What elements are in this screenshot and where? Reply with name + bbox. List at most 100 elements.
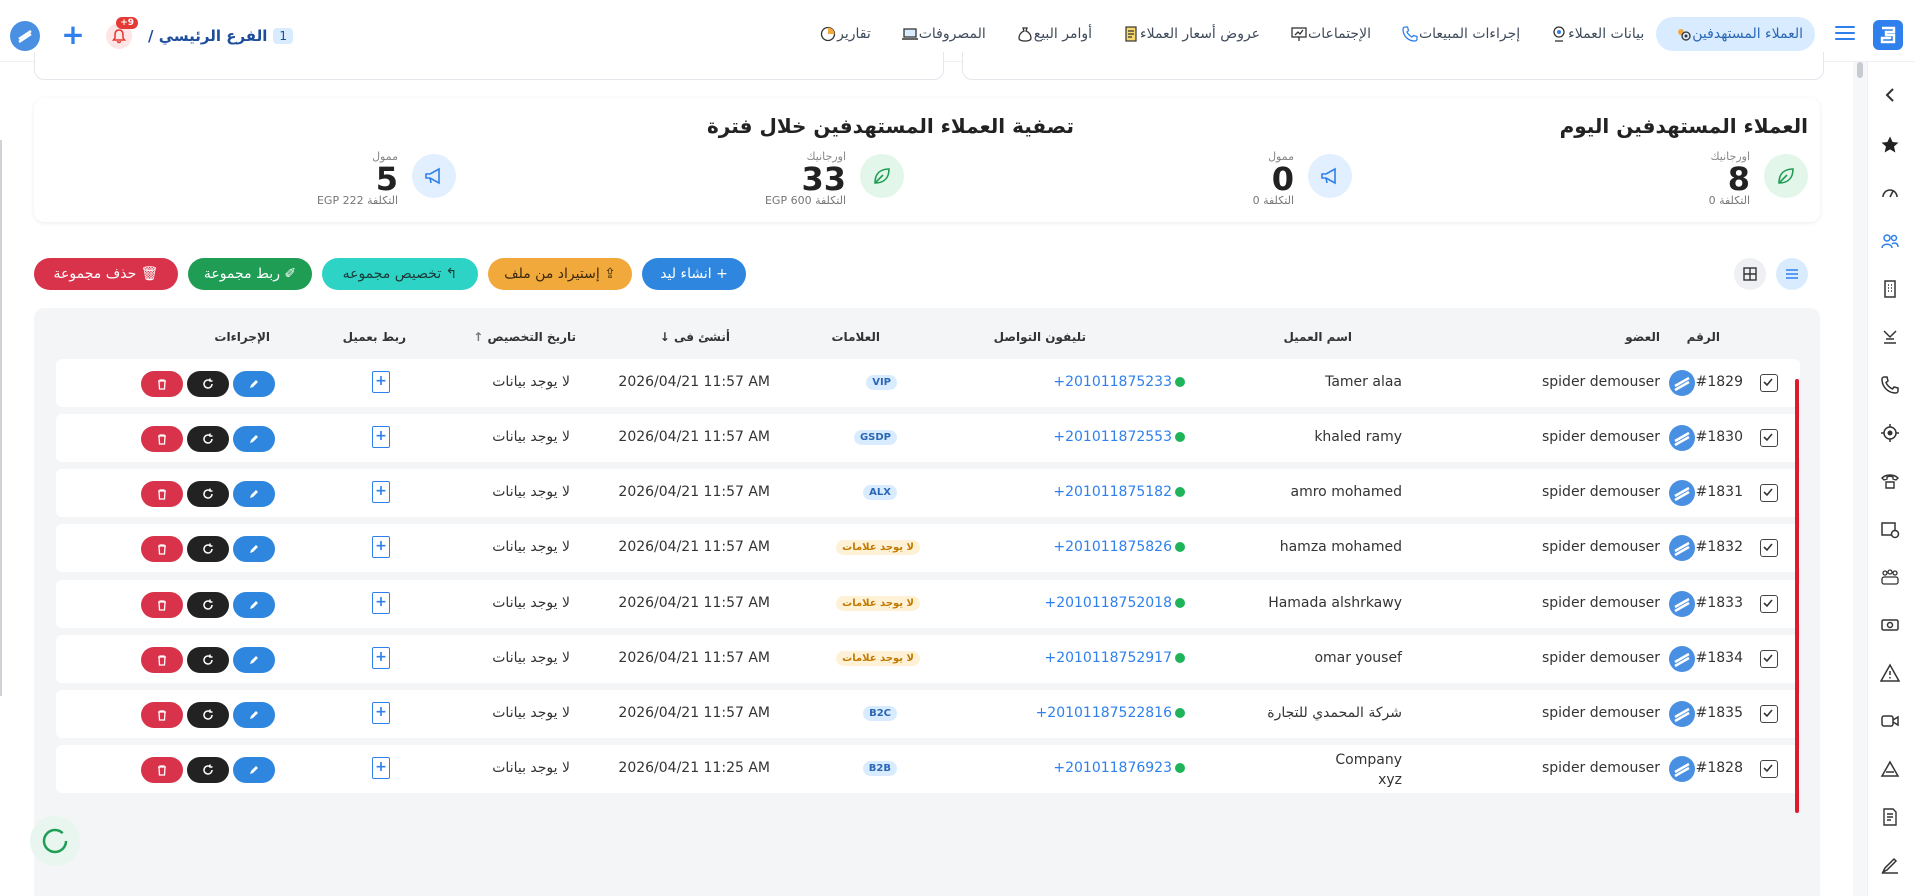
list-view-button[interactable]: [1776, 258, 1808, 290]
invoice-icon[interactable]: [1879, 806, 1901, 828]
row-checkbox[interactable]: [1760, 539, 1778, 557]
whatsapp-icon[interactable]: [1175, 377, 1185, 387]
row-checkbox[interactable]: [1760, 374, 1778, 392]
nav-item-1[interactable]: بيانات العملاء: [1532, 17, 1656, 51]
phone-cell[interactable]: +2010118752917: [1044, 650, 1185, 666]
table-row[interactable]: #1834 spider demouser omar yousef +20101187…: [56, 635, 1800, 683]
cash-icon[interactable]: [1879, 614, 1901, 636]
nav-item-7[interactable]: تقارير: [801, 17, 883, 51]
row-checkbox[interactable]: [1760, 429, 1778, 447]
header-assign-date[interactable]: تاريخ التخصيص ↑: [473, 330, 576, 344]
building-icon[interactable]: [1879, 278, 1901, 300]
nav-item-2[interactable]: إجراءات المبيعات: [1383, 17, 1532, 51]
add-new-button[interactable]: +: [60, 21, 86, 49]
nav-item-0[interactable]: العملاء المستهدفين: [1656, 17, 1815, 51]
client-name[interactable]: Company xyz: [1332, 750, 1402, 790]
client-name[interactable]: omar yousef: [1314, 650, 1402, 666]
notifications-button[interactable]: +9: [106, 17, 138, 49]
app-logo[interactable]: [1873, 20, 1903, 50]
whatsapp-icon[interactable]: [1175, 708, 1185, 718]
import-file-button[interactable]: ⇪ إستيراد من ملف: [488, 258, 632, 290]
phone-cell[interactable]: +2010118752018: [1044, 595, 1185, 611]
link-client-icon[interactable]: +: [372, 536, 390, 558]
nav-item-4[interactable]: عروض أسعار العملاء: [1104, 17, 1272, 51]
grid-view-button[interactable]: [1734, 258, 1766, 290]
whatsapp-icon[interactable]: [1175, 542, 1185, 552]
table-row[interactable]: #1828 spider demouser Company xyz +20101187…: [56, 745, 1800, 793]
scrollbar-track[interactable]: [1853, 62, 1867, 896]
client-name[interactable]: Tamer alaa: [1325, 374, 1402, 390]
link-client-icon[interactable]: +: [372, 647, 390, 669]
edit-button[interactable]: [233, 592, 275, 618]
create-lead-button[interactable]: + انشاء ليد: [642, 258, 746, 290]
whatsapp-icon[interactable]: [1175, 432, 1185, 442]
header-client-name[interactable]: اسم العميل: [1283, 330, 1352, 344]
edit-button[interactable]: [233, 702, 275, 728]
edit-button[interactable]: [233, 536, 275, 562]
phone-cell[interactable]: +20101187522816: [1036, 705, 1185, 721]
phone-cell[interactable]: +201011875182: [1053, 484, 1185, 500]
row-checkbox[interactable]: [1760, 705, 1778, 723]
link-client-icon[interactable]: +: [372, 702, 390, 724]
row-checkbox[interactable]: [1760, 595, 1778, 613]
row-checkbox[interactable]: [1760, 484, 1778, 502]
edit-button[interactable]: [233, 426, 275, 452]
reassign-button[interactable]: [187, 481, 229, 507]
reassign-button[interactable]: [187, 702, 229, 728]
table-row[interactable]: #1829 spider demouser Tamer alaa +201011875…: [56, 359, 1800, 407]
reassign-button[interactable]: [187, 757, 229, 783]
edit-button[interactable]: [233, 647, 275, 673]
schedule-icon[interactable]: [1879, 518, 1901, 540]
reassign-button[interactable]: [187, 426, 229, 452]
video-icon[interactable]: [1879, 710, 1901, 732]
whatsapp-icon[interactable]: [1175, 487, 1185, 497]
header-number[interactable]: الرقم: [1687, 330, 1720, 344]
phone-cell[interactable]: +201011872553: [1053, 429, 1185, 445]
delete-button[interactable]: [141, 536, 183, 562]
whatsapp-icon[interactable]: [1175, 763, 1185, 773]
delete-button[interactable]: [141, 757, 183, 783]
client-name[interactable]: hamza mohamed: [1280, 539, 1402, 555]
delete-group-button[interactable]: 🗑 حذف مجموعة: [34, 258, 178, 290]
edit-button[interactable]: [233, 757, 275, 783]
edit-button[interactable]: [233, 481, 275, 507]
star-icon[interactable]: [1879, 134, 1901, 156]
table-row[interactable]: #1833 spider demouser Hamada alshrkawy +201…: [56, 580, 1800, 628]
phone-cell[interactable]: +201011876923: [1053, 760, 1185, 776]
link-client-icon[interactable]: +: [372, 426, 390, 448]
header-created-at[interactable]: أنشئ فى ↓: [660, 330, 730, 344]
warning-icon[interactable]: [1879, 662, 1901, 684]
table-row[interactable]: #1831 spider demouser amro mohamed +2010118…: [56, 469, 1800, 517]
delete-button[interactable]: [141, 481, 183, 507]
delete-button[interactable]: [141, 592, 183, 618]
delete-button[interactable]: [141, 647, 183, 673]
client-name[interactable]: amro mohamed: [1291, 484, 1402, 500]
signature-pen-icon[interactable]: [1879, 854, 1901, 876]
link-client-icon[interactable]: +: [372, 757, 390, 779]
scrollbar-thumb[interactable]: [1857, 62, 1863, 78]
link-group-button[interactable]: ✐ ربط مجموعة: [188, 258, 312, 290]
nav-item-3[interactable]: الإجتماعات: [1272, 17, 1383, 51]
reassign-button[interactable]: [187, 647, 229, 673]
whatsapp-icon[interactable]: [1175, 653, 1185, 663]
collapse-chevron-icon[interactable]: [1879, 84, 1901, 106]
table-row[interactable]: #1830 spider demouser khaled ramy +20101187…: [56, 414, 1800, 462]
nav-item-5[interactable]: أوامر البيع: [998, 17, 1104, 51]
link-client-icon[interactable]: +: [372, 481, 390, 503]
delete-button[interactable]: [141, 426, 183, 452]
client-name[interactable]: khaled ramy: [1314, 429, 1402, 445]
branch-selector[interactable]: 1 الفرع الرئيسي /: [148, 27, 294, 45]
phone-cell[interactable]: +201011875826: [1053, 539, 1185, 555]
link-client-icon[interactable]: +: [372, 371, 390, 393]
users-icon[interactable]: [1879, 230, 1901, 252]
header-member[interactable]: العضو: [1625, 330, 1660, 344]
table-row[interactable]: #1832 spider demouser hamza mohamed +201011…: [56, 524, 1800, 572]
header-tags[interactable]: العلامات: [832, 330, 881, 344]
handshake-icon[interactable]: [1879, 326, 1901, 348]
delete-button[interactable]: [141, 371, 183, 397]
edit-button[interactable]: [233, 371, 275, 397]
hamburger-menu-icon[interactable]: [1835, 26, 1855, 42]
nav-item-6[interactable]: المصروفات: [883, 17, 998, 51]
table-row[interactable]: #1835 spider demouser شركة المحمدي للتجارة…: [56, 690, 1800, 738]
client-name[interactable]: Hamada alshrkawy: [1268, 595, 1402, 611]
